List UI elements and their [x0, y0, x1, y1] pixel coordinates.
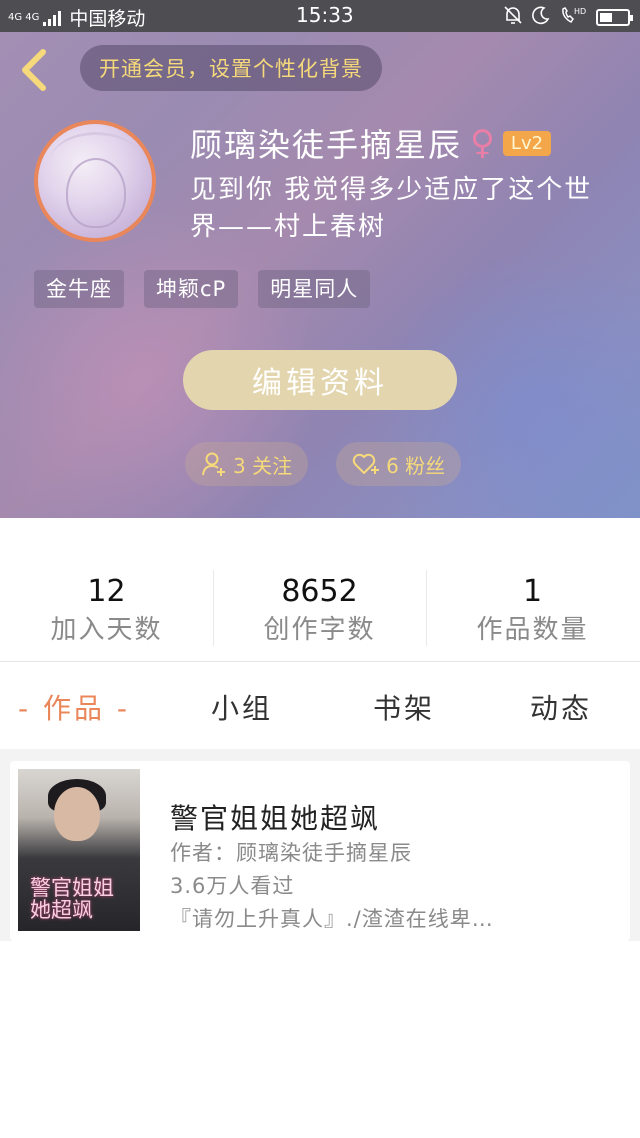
battery-icon	[596, 9, 633, 26]
work-card[interactable]: 警官姐姐她超飒 警官姐姐她超飒 作者：顾璃染徒手摘星辰 3.6万人看过 『请勿上…	[10, 761, 630, 941]
follow-fans-row: 3 关注 6 粉丝	[185, 442, 462, 486]
stat-value: 12	[87, 574, 126, 609]
stat-label: 作品数量	[476, 615, 589, 645]
tab-works[interactable]: - 作品 -	[18, 687, 130, 727]
hd-call-icon: HD	[560, 5, 586, 30]
stat-join-days: 12 加入天数	[0, 575, 213, 647]
work-views: 3.6万人看过	[170, 874, 295, 898]
vip-background-banner[interactable]: 开通会员，设置个性化背景	[80, 45, 382, 91]
stat-works-count: 1 作品数量	[426, 575, 639, 647]
svg-text:HD: HD	[574, 7, 586, 16]
tag-item[interactable]: 坤颖cP	[144, 270, 239, 308]
cover-title-art: 警官姐姐她超飒	[30, 876, 114, 922]
fans-button[interactable]: 6 粉丝	[336, 442, 462, 486]
fans-count: 6 粉丝	[386, 453, 446, 478]
back-button[interactable]	[14, 48, 54, 92]
work-author: 作者：顾璃染徒手摘星辰	[170, 841, 412, 865]
stat-word-count: 8652 创作字数	[213, 575, 426, 647]
network-type: 4G 4G	[8, 11, 40, 23]
moon-icon	[532, 5, 550, 30]
following-count: 3 关注	[233, 453, 293, 478]
works-list: 警官姐姐她超飒 警官姐姐她超飒 作者：顾璃染徒手摘星辰 3.6万人看过 『请勿上…	[0, 749, 640, 941]
signal-icon	[43, 10, 62, 26]
work-summary: 『请勿上升真人』./渣渣在线卑…	[170, 907, 494, 931]
empty-area	[0, 941, 640, 1138]
stats-panel: 12 加入天数 8652 创作字数 1 作品数量	[0, 518, 640, 662]
carrier-name: 中国移动	[69, 8, 146, 30]
book-cover[interactable]: 警官姐姐她超飒	[18, 769, 140, 931]
chevron-left-icon	[22, 49, 46, 91]
tab-groups[interactable]: 小组	[211, 687, 273, 727]
tag-item[interactable]: 金牛座	[34, 270, 124, 308]
avatar[interactable]	[34, 120, 156, 242]
stat-label: 创作字数	[263, 615, 376, 645]
nickname: 顾璃染徒手摘星辰	[190, 126, 463, 164]
female-icon: ♀	[470, 123, 495, 163]
following-button[interactable]: 3 关注	[185, 442, 309, 486]
work-title[interactable]: 警官姐姐她超飒	[170, 797, 380, 837]
nickname-row: 顾璃染徒手摘星辰 ♀ Lv2	[190, 120, 552, 166]
tab-bar: - 作品 - 小组 书架 动态	[0, 663, 640, 749]
add-user-icon	[202, 452, 225, 476]
heart-plus-icon	[352, 453, 380, 474]
edit-profile-button[interactable]: 编辑资料	[183, 350, 457, 410]
divider	[0, 661, 640, 662]
stat-value: 1	[522, 574, 543, 609]
bell-muted-icon	[504, 5, 522, 30]
stat-label: 加入天数	[50, 615, 163, 645]
tab-bookshelf[interactable]: 书架	[373, 687, 435, 727]
tag-list: 金牛座 坤颖cP 明星同人	[34, 270, 371, 308]
tab-activity[interactable]: 动态	[530, 687, 592, 727]
tag-item[interactable]: 明星同人	[258, 270, 371, 308]
stat-value: 8652	[281, 574, 358, 609]
signature: 见到你 我觉得多少适应了这个世界——村上春树	[190, 175, 593, 242]
clock: 15:33	[296, 3, 354, 27]
status-bar: 4G 4G 中国移动 15:33 HD	[0, 0, 640, 32]
level-badge: Lv2	[502, 130, 552, 156]
